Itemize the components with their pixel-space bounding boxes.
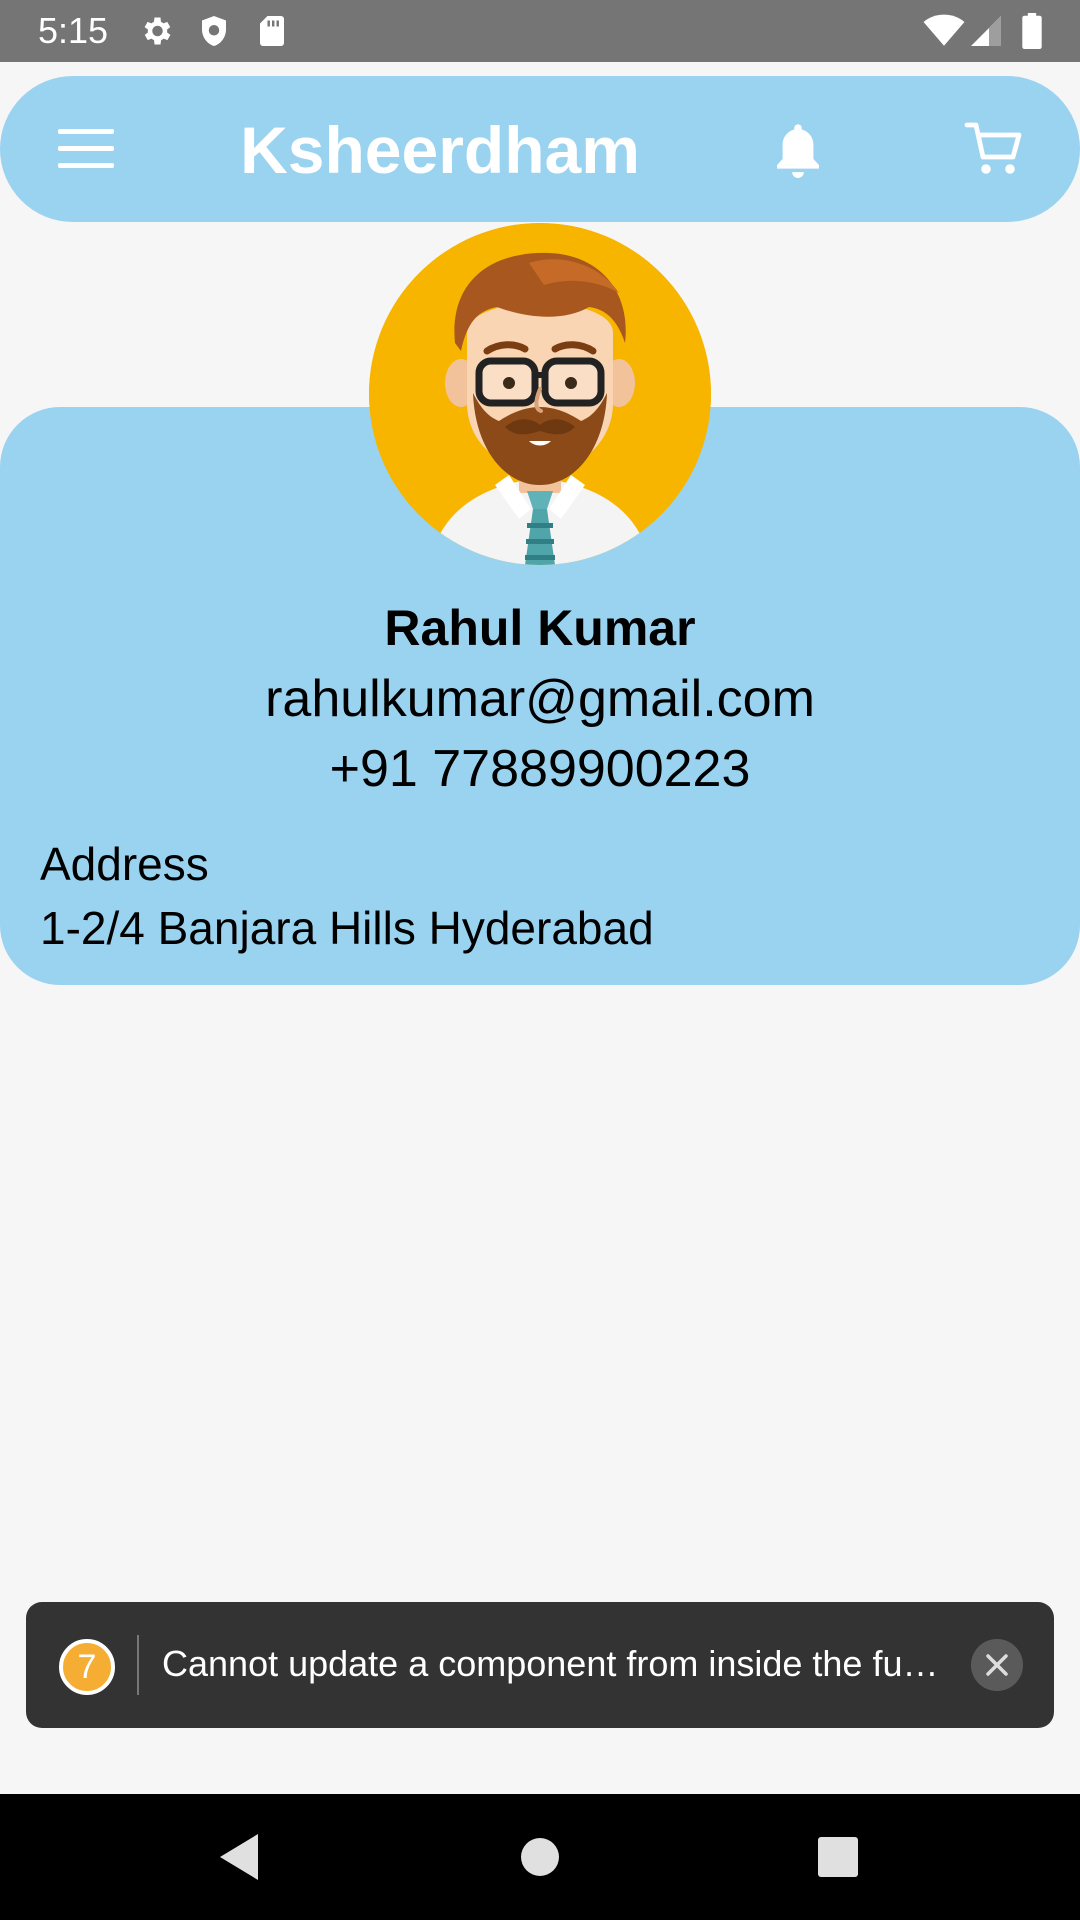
shopping-cart-icon[interactable] [964,120,1024,178]
profile-avatar [369,223,711,565]
profile-name: Rahul Kumar [384,600,696,656]
home-circle-icon[interactable] [509,1826,571,1888]
warning-divider [137,1635,139,1695]
close-icon[interactable] [971,1639,1023,1691]
warning-message[interactable]: Cannot update a component from inside th… [162,1642,982,1686]
settings-gear-icon [144,17,171,45]
wifi-icon [923,14,965,46]
shield-icon [202,16,226,46]
status-time: 5:15 [38,10,109,51]
man-avatar-with-glasses-icon [369,223,711,565]
status-bar: 5:15 [0,0,1080,62]
battery-icon [1022,13,1042,49]
bell-icon[interactable] [770,119,826,181]
navigation-bar [0,1794,1080,1920]
cell-signal-icon [971,16,1001,46]
address-label: Address [40,838,209,890]
app-title: Ksheerdham [240,113,640,187]
address-value: 1-2/4 Banjara Hills Hyderabad [40,902,654,954]
app-header: Ksheerdham [0,76,1080,222]
profile-phone: +91 77889900223 [329,740,751,798]
back-triangle-icon[interactable] [208,1826,270,1888]
profile-email: rahulkumar@gmail.com [265,670,815,728]
recents-square-icon[interactable] [807,1826,869,1888]
warning-toast[interactable]: 7 Cannot update a component from inside … [26,1602,1054,1728]
sd-card-icon [260,16,284,46]
warning-count-badge: 7 [59,1639,115,1695]
